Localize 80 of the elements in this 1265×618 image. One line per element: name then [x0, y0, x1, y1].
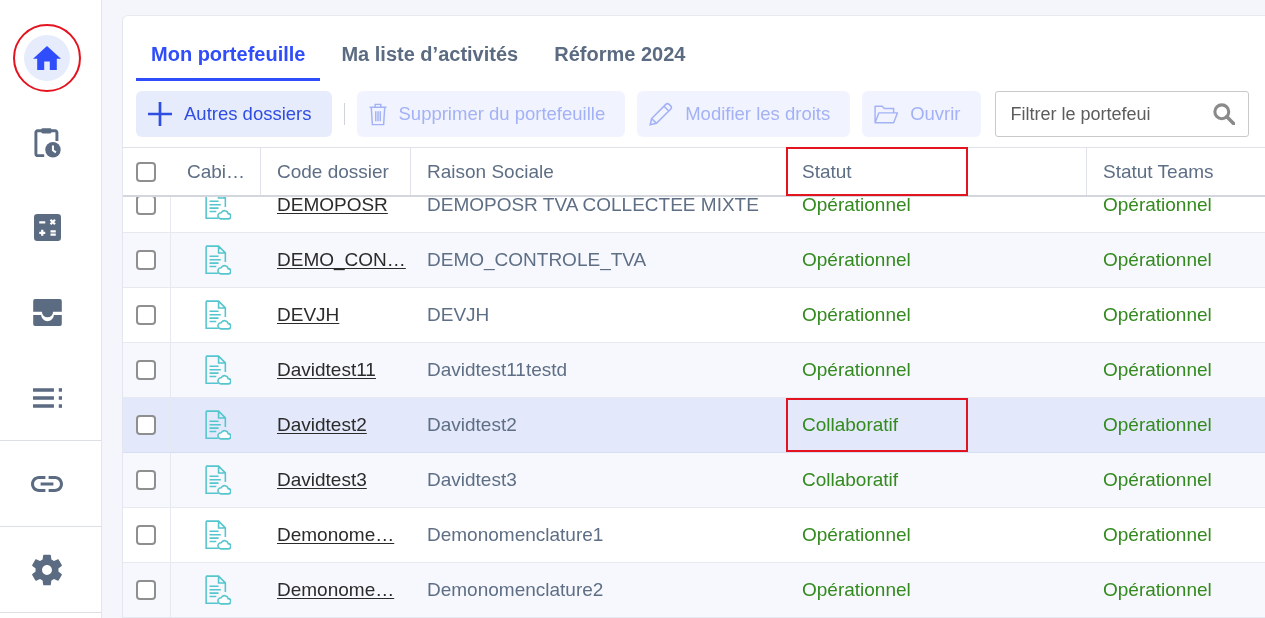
status-text: Collaboratif — [802, 414, 899, 436]
search-icon — [1212, 103, 1235, 125]
document-cloud-icon — [205, 355, 231, 385]
column-header: Cabi… — [187, 160, 246, 183]
checkbox[interactable] — [136, 305, 156, 325]
checkbox[interactable] — [136, 250, 156, 270]
sidebar-item[interactable] — [24, 34, 70, 81]
dossier-link[interactable]: DEMO_CON… — [277, 249, 406, 271]
teams-status-text: Opérationnel — [1103, 469, 1212, 491]
tab[interactable]: Ma liste d’activités — [326, 31, 534, 81]
tab[interactable]: Mon portefeuille — [136, 31, 321, 81]
table-row[interactable]: Demonome… Demonomenclature2 Opérationnel Opérationnel — [123, 563, 1265, 618]
column-header: Code dossier — [277, 160, 389, 183]
link-icon — [31, 475, 63, 492]
trash-icon — [368, 102, 387, 126]
calculator-icon — [33, 214, 61, 241]
document-cloud-icon — [205, 410, 231, 440]
dossier-link[interactable]: Davidtest3 — [277, 469, 367, 491]
teams-status-text: Opérationnel — [1103, 414, 1212, 436]
document-cloud-icon — [205, 520, 231, 550]
status-text: Opérationnel — [802, 304, 911, 326]
company-name: Demonomenclature2 — [427, 579, 604, 601]
document-cloud-icon — [205, 197, 231, 220]
select-all-checkbox[interactable] — [136, 161, 156, 182]
table-row[interactable]: DEVJH DEVJH Opérationnel Opérationnel — [123, 288, 1265, 343]
teams-status-text: Opérationnel — [1103, 304, 1212, 326]
tab[interactable]: Réforme 2024 — [539, 31, 701, 81]
teams-status-text: Opérationnel — [1103, 524, 1212, 546]
toolbar-button[interactable]: Autres dossiers — [136, 91, 332, 137]
company-name: Davidtest3 — [427, 469, 517, 491]
dossier-link[interactable]: Davidtest11 — [277, 359, 376, 381]
table-row[interactable]: Demonome… Demonomenclature1 Opérationnel Opérationnel — [123, 508, 1265, 563]
company-name: DEMOPOSR TVA COLLECTEE MIXTE — [427, 197, 759, 216]
document-cloud-icon — [205, 245, 231, 275]
teams-status-text: Opérationnel — [1103, 579, 1212, 601]
status-text: Opérationnel — [802, 197, 911, 216]
home-icon — [33, 45, 61, 70]
teams-status-text: Opérationnel — [1103, 359, 1212, 381]
teams-status-text: Opérationnel — [1103, 197, 1212, 216]
company-name: Davidtest11testd — [427, 359, 568, 381]
table-row[interactable]: Davidtest11 Davidtest11testd Opérationnel Opérationnel — [123, 343, 1265, 398]
checkbox[interactable] — [136, 580, 156, 600]
dossier-link[interactable]: DEMOPOSR — [277, 197, 388, 216]
checkbox[interactable] — [136, 360, 156, 380]
company-name: DEVJH — [427, 304, 490, 326]
document-cloud-icon — [205, 575, 231, 605]
column-header: Statut — [802, 160, 852, 183]
column-header: Raison Sociale — [427, 160, 554, 183]
plus-icon — [148, 102, 172, 126]
status-text: Opérationnel — [802, 359, 911, 381]
list-icon — [32, 387, 62, 408]
company-name: Davidtest2 — [427, 414, 517, 436]
table-row[interactable]: DEMO_CON… DEMO_CONTROLE_TVA Opérationnel Opérationnel — [123, 233, 1265, 288]
checkbox[interactable] — [136, 415, 156, 435]
clipboard-clock-icon — [33, 127, 61, 158]
checkbox[interactable] — [136, 470, 156, 490]
document-cloud-icon — [205, 465, 231, 495]
dossier-link[interactable]: Demonome… — [277, 579, 395, 601]
company-name: Demonomenclature1 — [427, 524, 604, 546]
search-field[interactable]: Filtrer le portefeui — [994, 91, 1249, 137]
dossier-link[interactable]: Davidtest2 — [277, 414, 367, 436]
pencil-icon — [649, 102, 674, 126]
status-text: Opérationnel — [802, 249, 911, 271]
document-cloud-icon — [205, 300, 231, 330]
gear-icon — [32, 553, 62, 586]
dossier-link[interactable]: DEVJH — [277, 304, 340, 326]
teams-status-text: Opérationnel — [1103, 249, 1212, 271]
table-row[interactable]: Davidtest3 Davidtest3 Collaboratif Opérationnel — [123, 453, 1265, 508]
status-text: Collaboratif — [802, 469, 899, 491]
column-header: Statut Teams — [1103, 160, 1214, 183]
checkbox[interactable] — [136, 197, 156, 215]
status-text: Opérationnel — [802, 579, 911, 601]
folder-icon — [874, 104, 899, 124]
checkbox[interactable] — [136, 525, 156, 545]
status-text: Opérationnel — [802, 524, 911, 546]
inbox-tray-icon — [32, 299, 62, 326]
company-name: DEMO_CONTROLE_TVA — [427, 249, 647, 271]
table-row[interactable]: DEMOPOSR DEMOPOSR TVA COLLECTEE MIXTE Opérationnel Opérationnel — [123, 197, 1265, 233]
dossier-link[interactable]: Demonome… — [277, 524, 395, 546]
table-row[interactable]: Davidtest2 Davidtest2 Collaboratif Opérationnel — [123, 398, 1265, 453]
